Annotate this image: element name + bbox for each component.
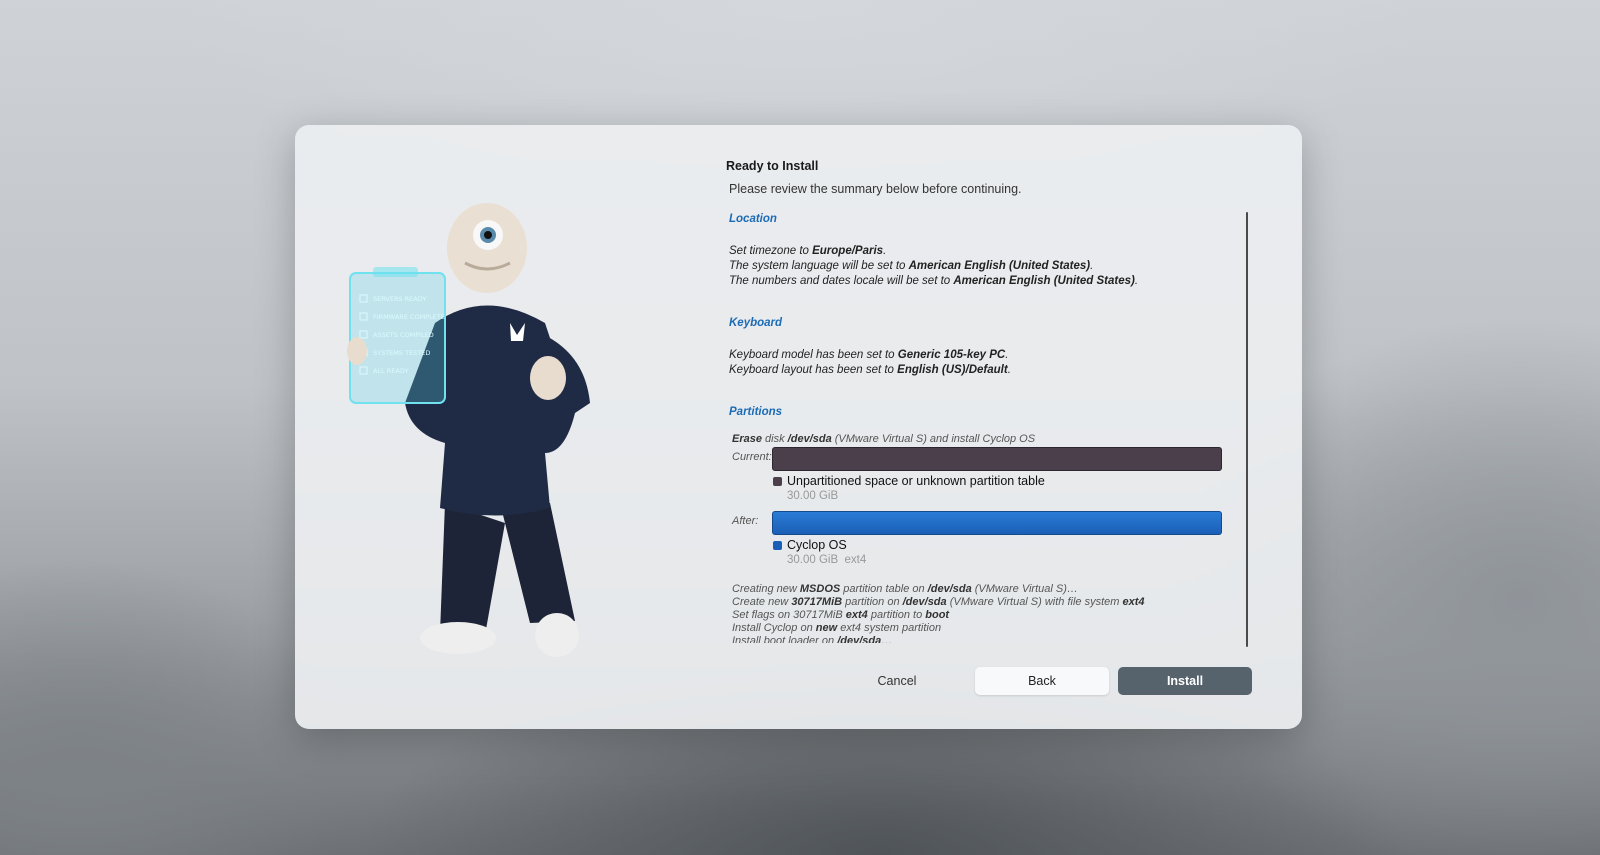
erase-disk-line: Erase disk /dev/sda (VMware Virtual S) a… [732,433,1036,445]
clipboard: SERVERS READY FIRMWARE COMPLETE ASSETS C… [349,267,446,404]
locale-line: The numbers and dates locale will be set… [729,275,1139,287]
page-subtitle: Please review the summary below before c… [729,182,1022,196]
after-legend-swatch [773,541,782,550]
operation-line: Creating new MSDOS partition table on /d… [732,583,1078,595]
clipboard-item: SERVERS READY [373,295,426,303]
keyboard-layout-line: Keyboard layout has been set to English … [729,364,1011,376]
installer-dialog: SERVERS READY FIRMWARE COMPLETE ASSETS C… [295,125,1302,729]
clipboard-item: FIRMWARE COMPLETE [373,313,445,321]
clipboard-item: ALL READY [373,367,408,375]
current-legend-name: Unpartitioned space or unknown partition… [787,474,1045,488]
back-button[interactable]: Back [975,667,1109,695]
section-location-title: Location [729,213,777,225]
after-partition-bar [772,511,1222,535]
after-legend-size: 30.00 GiB ext4 [787,554,867,566]
page-title: Ready to Install [726,159,819,173]
cancel-button[interactable]: Cancel [847,667,947,695]
mascot-illustration: SERVERS READY FIRMWARE COMPLETE ASSETS C… [335,203,635,703]
mascot-image: SERVERS READY FIRMWARE COMPLETE ASSETS C… [347,203,590,657]
operation-line: Set flags on 30717MiB ext4 partition to … [732,609,950,621]
clipboard-item: SYSTEMS TESTED [373,349,430,357]
timezone-line: Set timezone to Europe/Paris. [729,245,887,257]
current-legend-size: 30.00 GiB [787,490,839,502]
operation-line: Install boot loader on /dev/sda… [732,635,893,643]
after-legend-name: Cyclop OS [787,538,847,552]
language-line: The system language will be set to Ameri… [729,260,1094,272]
current-legend-swatch [773,477,782,486]
operation-line: Install Cyclop on new ext4 system partit… [732,622,942,634]
summary-panel: Location Set timezone to Europe/Paris. T… [729,213,1229,643]
current-label: Current: [732,451,772,463]
current-partition-bar [772,447,1222,471]
summary-scrollbar[interactable] [1246,212,1248,647]
section-partitions-title: Partitions [729,406,783,418]
after-label: After: [732,515,759,527]
clipboard-item: ASSETS COMPILED [373,331,434,339]
section-keyboard-title: Keyboard [729,317,783,329]
operation-line: Create new 30717MiB partition on /dev/sd… [732,596,1145,608]
keyboard-model-line: Keyboard model has been set to Generic 1… [729,349,1009,361]
install-button[interactable]: Install [1118,667,1252,695]
